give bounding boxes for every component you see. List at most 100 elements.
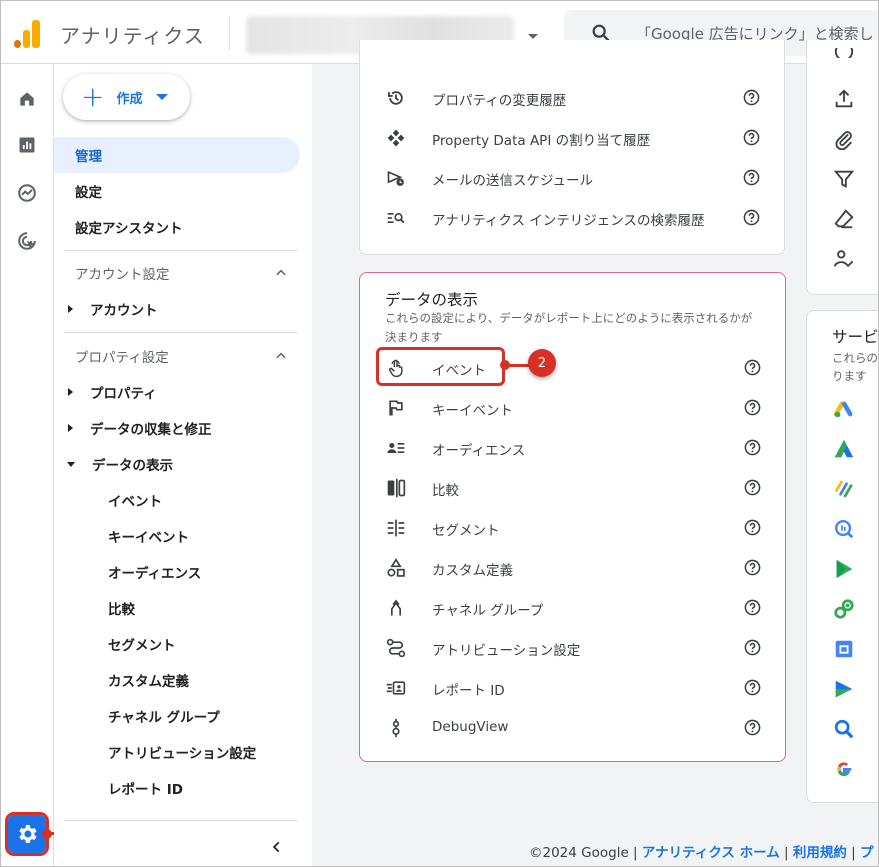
row-reporting-id[interactable]: レポート ID bbox=[360, 668, 785, 708]
search-history-icon bbox=[386, 208, 406, 228]
merchant-center-icon[interactable] bbox=[833, 638, 855, 660]
row-segments[interactable]: セグメント bbox=[360, 508, 785, 548]
create-button[interactable]: + 作成 bbox=[63, 74, 190, 120]
google-ads-icon[interactable] bbox=[833, 398, 855, 420]
help-icon[interactable] bbox=[743, 89, 760, 106]
terms-link[interactable]: 利用規約 bbox=[793, 845, 847, 861]
collapse-nav-button[interactable] bbox=[266, 836, 288, 858]
nav-item-setup-assistant[interactable]: 設定アシスタント bbox=[54, 209, 300, 245]
play-console-icon[interactable] bbox=[833, 558, 855, 580]
flag-icon bbox=[386, 398, 406, 418]
help-icon[interactable] bbox=[744, 439, 761, 456]
row-key-events[interactable]: キーイベント bbox=[360, 388, 785, 428]
row-label: オーディエンス bbox=[432, 443, 526, 459]
help-icon[interactable] bbox=[744, 479, 761, 496]
nav-item-settings[interactable]: 設定 bbox=[54, 173, 300, 209]
row-label: レポート ID bbox=[432, 683, 505, 699]
advertising-icon[interactable] bbox=[14, 228, 40, 254]
row-scheduled-emails[interactable]: メールの送信スケジュール bbox=[360, 158, 784, 198]
annotation-highlight-events bbox=[376, 347, 505, 386]
display-video-icon[interactable] bbox=[833, 678, 855, 700]
help-icon[interactable] bbox=[744, 679, 761, 696]
analytics-home-link[interactable]: アナリティクス ホーム bbox=[642, 845, 780, 861]
help-icon[interactable] bbox=[744, 519, 761, 536]
sub-item-comparisons[interactable]: 比較 bbox=[108, 591, 135, 625]
chevron-down-icon bbox=[156, 94, 169, 100]
card-description: これらの ります bbox=[832, 351, 878, 383]
explore-icon[interactable] bbox=[14, 180, 40, 206]
help-icon[interactable] bbox=[744, 719, 761, 736]
sub-item-attribution[interactable]: アトリビューション設定 bbox=[108, 735, 256, 769]
help-icon[interactable] bbox=[743, 169, 760, 186]
account-settings-header[interactable]: アカウント設定 bbox=[54, 257, 300, 289]
property-settings-header[interactable]: プロパティ設定 bbox=[54, 340, 300, 372]
tree-item-data-display[interactable]: データの表示 bbox=[54, 447, 300, 481]
sub-item-custom-definitions[interactable]: カスタム定義 bbox=[108, 663, 189, 697]
row-intelligence-search-history[interactable]: アナリティクス インテリジェンスの検索履歴 bbox=[360, 198, 784, 238]
merge-icon bbox=[386, 598, 406, 618]
sub-item-reporting-id[interactable]: レポート ID bbox=[108, 771, 183, 805]
nav-item-label: 設定アシスタント bbox=[75, 221, 183, 237]
search-console-icon[interactable] bbox=[833, 718, 855, 740]
google-g-icon[interactable] bbox=[833, 758, 855, 780]
help-icon[interactable] bbox=[743, 129, 760, 146]
row-attribution-settings[interactable]: アトリビューション設定 bbox=[360, 628, 785, 668]
row-property-change-history[interactable]: プロパティの変更履歴 bbox=[360, 78, 784, 118]
ad-manager-icon[interactable] bbox=[833, 438, 855, 460]
app-title[interactable]: アナリティクス bbox=[60, 20, 205, 49]
row-audiences[interactable]: オーディエンス bbox=[360, 428, 785, 468]
row-custom-definitions[interactable]: カスタム定義 bbox=[360, 548, 785, 588]
tree-item-data-collection[interactable]: データの収集と修正 bbox=[54, 411, 300, 445]
nav-item-label: 設定 bbox=[75, 185, 102, 201]
audience-icon bbox=[386, 438, 406, 458]
home-icon[interactable] bbox=[14, 86, 40, 112]
search-ads-icon[interactable] bbox=[833, 478, 855, 500]
row-channel-groups[interactable]: チャネル グループ bbox=[360, 588, 785, 628]
privacy-link[interactable]: プ bbox=[860, 845, 874, 861]
row-debugview[interactable]: DebugView bbox=[360, 708, 785, 748]
help-icon[interactable] bbox=[744, 359, 761, 376]
firebase-link-icon[interactable] bbox=[833, 598, 855, 620]
row-label: アトリビューション設定 bbox=[432, 643, 581, 659]
admin-settings-button[interactable] bbox=[5, 812, 49, 856]
annotation-badge-2: 2 bbox=[528, 349, 556, 377]
services-card: サービ これらの ります bbox=[806, 310, 879, 803]
help-icon[interactable] bbox=[744, 399, 761, 416]
sub-item-channel-groups[interactable]: チャネル グループ bbox=[108, 699, 220, 733]
row-api-quota-history[interactable]: Property Data API の割り当て履歴 bbox=[360, 118, 784, 158]
analytics-logo-icon[interactable] bbox=[14, 18, 42, 48]
expand-icon bbox=[68, 388, 73, 396]
tools-card bbox=[806, 40, 879, 295]
help-icon[interactable] bbox=[743, 209, 760, 226]
upload-icon[interactable] bbox=[833, 88, 855, 110]
card-description: これらの設定により、データがレポート上にどのように表示されるかが決まります bbox=[385, 311, 753, 344]
nav-divider bbox=[64, 332, 298, 333]
help-icon[interactable] bbox=[744, 639, 761, 656]
eraser-icon[interactable] bbox=[833, 208, 855, 230]
sub-item-key-events[interactable]: キーイベント bbox=[108, 519, 189, 553]
tree-item-label: データの表示 bbox=[92, 458, 173, 474]
sub-item-events[interactable]: イベント bbox=[108, 483, 162, 517]
help-icon[interactable] bbox=[744, 599, 761, 616]
help-icon[interactable] bbox=[744, 559, 761, 576]
section-label: アカウント設定 bbox=[75, 267, 170, 283]
bigquery-icon[interactable] bbox=[833, 518, 855, 540]
user-check-icon[interactable] bbox=[833, 248, 855, 270]
chevron-left-icon bbox=[272, 841, 280, 853]
row-label: チャネル グループ bbox=[432, 603, 544, 619]
tree-item-property[interactable]: プロパティ bbox=[54, 375, 300, 409]
compare-icon bbox=[386, 478, 406, 498]
reports-icon[interactable] bbox=[14, 132, 40, 158]
attachment-icon[interactable] bbox=[833, 128, 855, 151]
account-caret-icon[interactable] bbox=[528, 34, 538, 39]
plus-icon: + bbox=[81, 80, 105, 113]
filter-icon[interactable] bbox=[833, 168, 855, 190]
nav-item-admin[interactable]: 管理 bbox=[54, 137, 300, 173]
tree-item-account[interactable]: アカウント bbox=[54, 292, 300, 326]
row-comparisons[interactable]: 比較 bbox=[360, 468, 785, 508]
copyright-text: ©2024 Google bbox=[529, 845, 629, 861]
admin-nav-panel: + 作成 管理 設定 設定アシスタント アカウント設定 アカウント プロパティ設… bbox=[54, 64, 312, 867]
sub-item-segments[interactable]: セグメント bbox=[108, 627, 176, 661]
expand-icon bbox=[68, 424, 73, 432]
sub-item-audiences[interactable]: オーディエンス bbox=[108, 555, 201, 589]
